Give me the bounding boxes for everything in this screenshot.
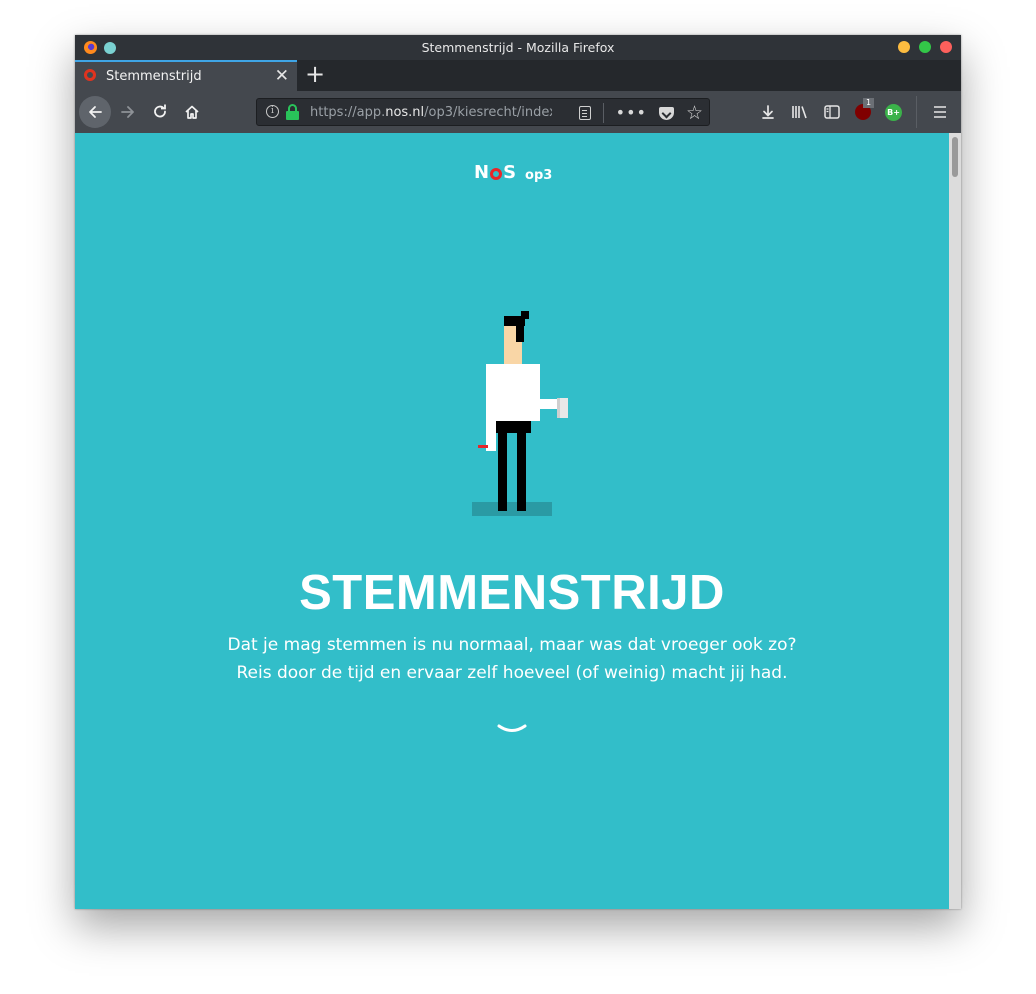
url-host: nos.nl — [385, 105, 425, 120]
nos-wordmark: N S — [474, 164, 516, 182]
pocket-icon[interactable] — [658, 106, 674, 120]
site-info-icon[interactable]: i — [266, 105, 279, 118]
reload-icon — [154, 104, 166, 118]
page-subtitle: Dat je mag stemmen is nu normaal, maar w… — [75, 631, 949, 687]
character-leg-right — [517, 433, 526, 511]
window-controls — [898, 41, 952, 53]
ublock-badge: 1 — [863, 98, 875, 108]
home-button[interactable] — [177, 97, 207, 127]
maximize-button[interactable] — [919, 41, 931, 53]
tab-label: Stemmenstrijd — [106, 69, 202, 84]
logo-op3: op3 — [525, 168, 553, 183]
navigation-toolbar: i https://app.nos.nl/op3/kiesrecht/index… — [75, 91, 961, 133]
page-actions-menu-icon[interactable]: ••• — [616, 104, 647, 122]
page-content: N S op3 STEMMENSTRIJD Dat je mag stemmen… — [75, 133, 949, 909]
arrow-left-icon — [89, 106, 102, 118]
bookmark-star-icon[interactable]: ☆ — [686, 104, 703, 123]
home-icon — [185, 105, 199, 119]
minimize-button[interactable] — [898, 41, 910, 53]
library-icon[interactable] — [791, 103, 809, 121]
scrollbar-thumb[interactable] — [952, 137, 958, 177]
url-prefix: https://app. — [310, 105, 386, 120]
toolbar-divider — [916, 96, 917, 128]
browser-window: Stemmenstrijd - Mozilla Firefox Stemmens… — [75, 35, 961, 909]
character-leg-left — [498, 433, 507, 511]
scroll-down-chevron-icon[interactable] — [497, 723, 527, 737]
reload-button[interactable] — [145, 97, 175, 127]
address-bar[interactable]: i https://app.nos.nl/op3/kiesrecht/index… — [256, 98, 710, 126]
logo-letter-s: S — [503, 162, 517, 183]
title-bar: Stemmenstrijd - Mozilla Firefox — [75, 35, 961, 60]
back-button[interactable] — [79, 96, 111, 128]
logo-letter-n: N — [474, 162, 490, 183]
character-face — [504, 326, 516, 364]
subtitle-line-1: Dat je mag stemmen is nu normaal, maar w… — [227, 635, 797, 655]
urlbar-divider — [602, 103, 604, 123]
character-hair — [504, 316, 525, 326]
urlbar-actions: ••• ☆ — [578, 103, 703, 123]
hamburger-menu-icon[interactable] — [931, 103, 949, 121]
sidebar-toggle-icon[interactable] — [823, 103, 841, 121]
downloads-icon[interactable] — [759, 103, 777, 121]
vertical-scrollbar[interactable] — [949, 133, 961, 909]
reader-view-icon[interactable] — [578, 106, 591, 120]
character-face-lower — [516, 342, 522, 364]
window-title: Stemmenstrijd - Mozilla Firefox — [421, 40, 615, 55]
close-window-button[interactable] — [940, 41, 952, 53]
arrow-right-icon — [121, 106, 134, 118]
subtitle-line-2: Reis door de tijd en ervaar zelf hoeveel… — [236, 663, 788, 683]
toolbar-right: 1 B+ — [759, 96, 949, 128]
ublock-origin-icon[interactable]: 1 — [855, 98, 875, 120]
tab-bar: Stemmenstrijd ✕ + — [75, 60, 961, 91]
nos-op3-logo[interactable]: N S op3 — [474, 164, 553, 183]
tab-stemmenstrijd[interactable]: Stemmenstrijd ✕ — [75, 60, 297, 91]
character-shadow — [472, 502, 552, 516]
lock-icon[interactable] — [286, 104, 299, 120]
new-tab-button[interactable]: + — [305, 60, 325, 88]
character-ballot-shade — [557, 398, 560, 418]
tab-close-icon[interactable]: ✕ — [275, 66, 289, 86]
nos-favicon-icon — [84, 69, 96, 81]
character-hair-side — [516, 325, 524, 342]
url-path: /op3/kiesrecht/index — [424, 105, 552, 120]
forward-button[interactable] — [113, 97, 143, 127]
page-title: STEMMENSTRIJD — [299, 566, 725, 620]
bplus-extension-icon[interactable]: B+ — [885, 103, 902, 121]
character-pencil — [478, 445, 488, 448]
logo-o-circle-icon — [490, 168, 503, 180]
url-text[interactable]: https://app.nos.nl/op3/kiesrecht/index — [310, 105, 552, 120]
character-belt — [496, 421, 531, 433]
character-shirt — [486, 364, 540, 421]
pixel-character-illustration — [472, 311, 568, 516]
